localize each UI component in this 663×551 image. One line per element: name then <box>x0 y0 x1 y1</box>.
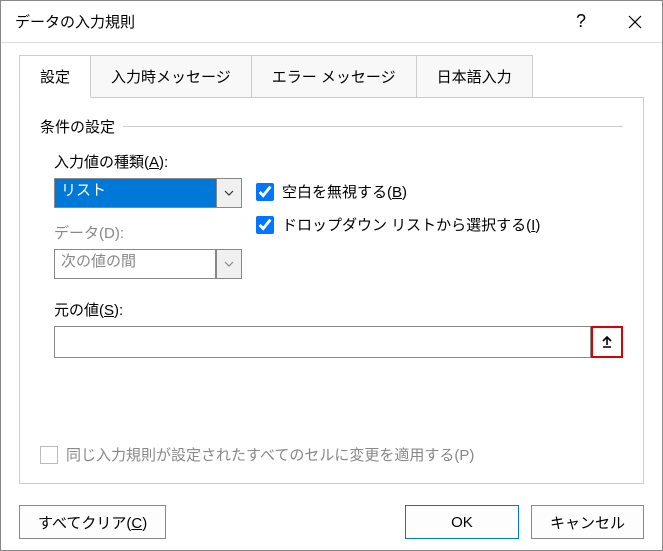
clear-all-button[interactable]: すべてクリア(C) <box>19 505 166 539</box>
source-input[interactable] <box>54 326 591 358</box>
dialog-title: データの入力規則 <box>15 11 554 32</box>
apply-all-checkbox: 同じ入力規則が設定されたすべてのセルに変更を適用する(P) <box>40 444 474 465</box>
in-cell-dropdown-checkbox[interactable]: ドロップダウン リストから選択する(I) <box>256 214 623 235</box>
criteria-fieldset-header: 条件の設定 <box>40 116 623 137</box>
data-validation-dialog: データの入力規則 ? 設定 入力時メッセージ エラー メッセージ 日本語入力 条… <box>0 0 663 551</box>
close-button[interactable] <box>608 1 662 43</box>
criteria-legend: 条件の設定 <box>40 116 115 137</box>
data-combo-button <box>216 249 242 279</box>
dialog-footer: すべてクリア(C) OK キャンセル <box>1 498 662 550</box>
allow-combo[interactable]: リスト <box>54 178 242 208</box>
dialog-body: 設定 入力時メッセージ エラー メッセージ 日本語入力 条件の設定 入力値の種類… <box>1 43 662 498</box>
data-combo-value: 次の値の間 <box>54 249 216 279</box>
ok-button[interactable]: OK <box>405 505 519 539</box>
allow-combo-button[interactable] <box>216 178 242 208</box>
tab-error-alert[interactable]: エラー メッセージ <box>251 55 417 98</box>
ignore-blank-checkbox[interactable]: 空白を無視する(B) <box>256 181 623 202</box>
allow-label: 入力値の種類(A): <box>40 151 230 172</box>
chevron-down-icon <box>224 261 234 267</box>
tab-input-message[interactable]: 入力時メッセージ <box>90 55 252 98</box>
in-cell-dropdown-input[interactable] <box>256 216 274 234</box>
tab-settings[interactable]: 設定 <box>19 55 91 98</box>
help-button[interactable]: ? <box>554 1 608 43</box>
data-label: データ(D): <box>40 222 230 243</box>
allow-combo-value: リスト <box>54 178 216 208</box>
data-combo: 次の値の間 <box>54 249 242 279</box>
collapse-dialog-icon <box>600 335 614 349</box>
cancel-button[interactable]: キャンセル <box>531 505 644 539</box>
apply-all-label: 同じ入力規則が設定されたすべてのセルに変更を適用する(P) <box>66 444 474 465</box>
ignore-blank-input[interactable] <box>256 183 274 201</box>
titlebar: データの入力規則 ? <box>1 1 662 43</box>
range-selector-button[interactable] <box>591 326 623 358</box>
tab-strip: 設定 入力時メッセージ エラー メッセージ 日本語入力 <box>19 55 644 98</box>
close-icon <box>628 15 642 29</box>
divider <box>123 126 623 127</box>
tab-ime-mode[interactable]: 日本語入力 <box>416 55 533 98</box>
apply-all-check-icon <box>40 446 58 464</box>
chevron-down-icon <box>224 190 234 196</box>
source-label: 元の値(S): <box>54 299 623 320</box>
settings-panel: 条件の設定 入力値の種類(A): リスト データ(D): <box>19 97 644 484</box>
